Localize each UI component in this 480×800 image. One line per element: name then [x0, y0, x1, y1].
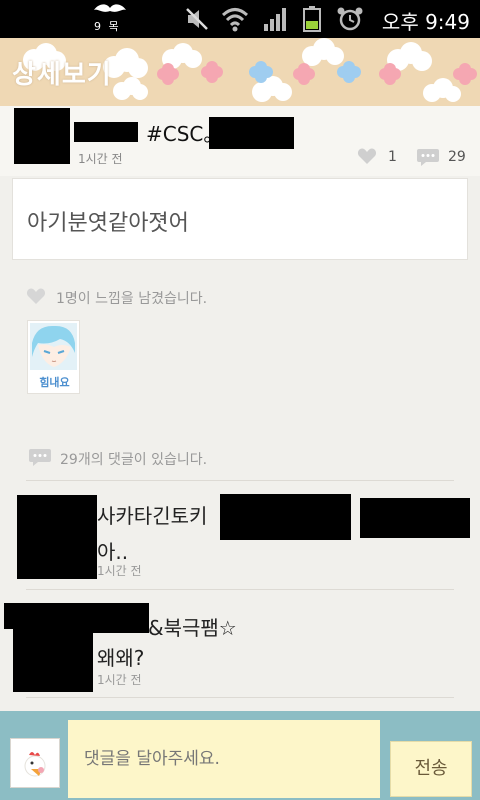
- chicken-avatar-icon: [24, 752, 46, 777]
- redacted-block: [360, 498, 470, 538]
- heart-icon[interactable]: [357, 147, 377, 165]
- comment-input[interactable]: [68, 720, 380, 798]
- flower-decoration-icon: [157, 63, 179, 85]
- my-avatar: [10, 738, 60, 788]
- wifi-icon: [221, 8, 249, 32]
- redacted-block: [209, 117, 294, 149]
- comment-count: 29: [448, 149, 466, 165]
- battery-icon: [303, 6, 321, 32]
- comment-time: 1시간 전: [97, 673, 142, 687]
- status-bar: 9 목 오후 9:49: [0, 0, 480, 38]
- divider: [26, 589, 454, 590]
- commenter-name: 사카타긴토키: [97, 504, 208, 528]
- flower-decoration-icon: [379, 63, 401, 85]
- status-clock: 오후 9:49: [381, 10, 470, 34]
- post-content-text: 아기분엿같아졋어: [27, 211, 189, 236]
- flower-decoration-icon: [201, 61, 223, 83]
- flower-decoration-icon: [249, 61, 273, 83]
- comments-count-header: 29개의 댓글이 있습니다.: [60, 452, 208, 468]
- divider: [26, 480, 454, 481]
- status-indicator-text: 9 목: [94, 20, 121, 33]
- post-content-card: 아기분엿같아졋어: [12, 178, 468, 260]
- redacted-block: [93, 603, 149, 633]
- heart-icon: [26, 288, 46, 304]
- comment-text: 왜왜?: [97, 646, 145, 670]
- sticker-label: 힘내요: [39, 376, 70, 389]
- sticker-character-icon: [30, 323, 77, 370]
- commenter-avatar-redacted[interactable]: [17, 495, 97, 579]
- alarm-icon: [337, 7, 363, 31]
- feelings-summary: 1명이 느낌을 남겼습니다.: [56, 291, 208, 307]
- title-bar: 상세보기: [0, 38, 480, 106]
- post-time: 1시간 전: [78, 152, 123, 166]
- like-count: 1: [388, 149, 397, 165]
- redacted-block: [220, 494, 351, 540]
- comment-bubble-icon: [29, 449, 51, 466]
- signal-icon: [264, 8, 286, 31]
- comment-time: 1시간 전: [97, 564, 142, 578]
- comment-bubble-icon[interactable]: [416, 147, 440, 167]
- commenter-avatar-redacted[interactable]: [13, 603, 93, 692]
- redacted-block: [0, 0, 88, 38]
- author-name-redacted: [74, 122, 138, 142]
- divider: [26, 697, 454, 698]
- flower-decoration-icon: [453, 63, 477, 85]
- comment-input-bar: 전송: [0, 711, 480, 800]
- comment-text: 아..: [97, 540, 129, 564]
- mute-icon: [186, 8, 208, 30]
- commenter-name: &북극팸☆: [148, 616, 237, 640]
- feeling-sticker[interactable]: 힘내요: [27, 320, 80, 394]
- mustache-icon: [94, 4, 126, 12]
- cloud-decoration-icon: [113, 77, 148, 100]
- flower-decoration-icon: [337, 61, 361, 83]
- author-avatar-redacted[interactable]: [14, 108, 70, 164]
- send-button[interactable]: 전송: [390, 741, 472, 797]
- page-title: 상세보기: [12, 60, 112, 90]
- flower-decoration-icon: [293, 63, 315, 85]
